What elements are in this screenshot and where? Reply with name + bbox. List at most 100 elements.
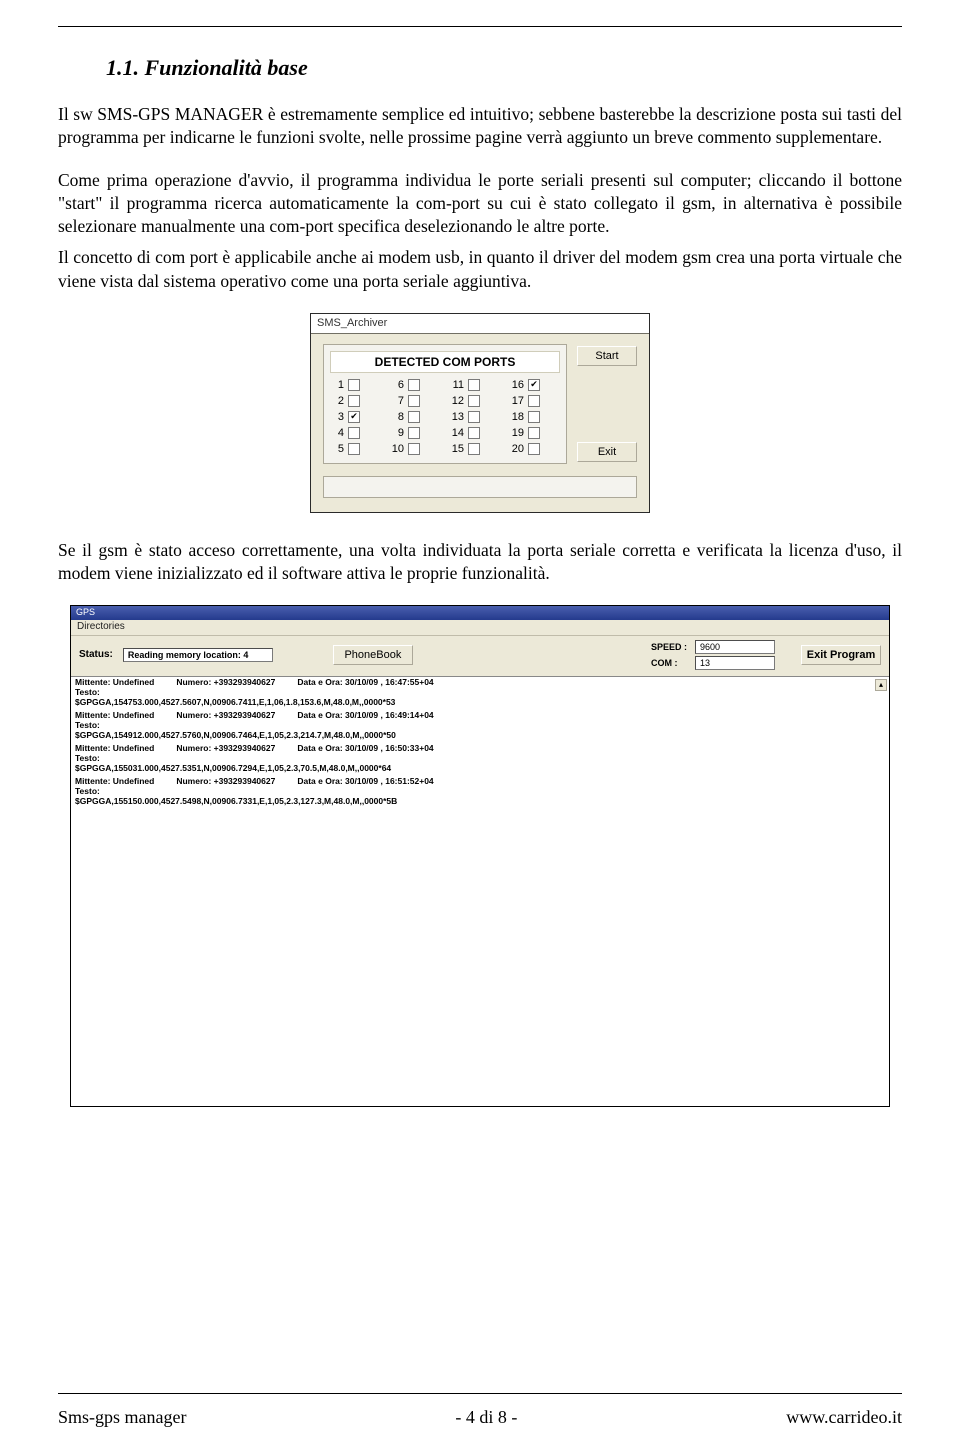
com-port-checkbox[interactable] — [348, 395, 360, 407]
start-button[interactable]: Start — [577, 346, 637, 366]
com-port-6[interactable]: 6 — [390, 379, 440, 391]
com-port-checkbox[interactable] — [468, 427, 480, 439]
com-port-label: 5 — [330, 443, 344, 455]
message-sender: Mittente: Undefined — [75, 743, 154, 753]
gps-menubar[interactable]: Directories — [71, 620, 889, 636]
com-port-13[interactable]: 13 — [450, 411, 500, 423]
com-port-4[interactable]: 4 — [330, 427, 380, 439]
com-port-checkbox[interactable] — [408, 427, 420, 439]
section-heading: 1.1. Funzionalità base — [106, 55, 902, 81]
paragraph-4: Se il gsm è stato acceso correttamente, … — [58, 539, 902, 585]
phonebook-button[interactable]: PhoneBook — [333, 645, 413, 665]
dialog-title: SMS_Archiver — [317, 317, 387, 329]
message-sender: Mittente: Undefined — [75, 677, 154, 687]
com-ports-grid: 1611162712173813184914195101520 — [330, 379, 560, 455]
document-page: 1.1. Funzionalità base Il sw SMS-GPS MAN… — [0, 0, 960, 1448]
com-port-label: 10 — [390, 443, 404, 455]
message-datetime: Data e Ora: 30/10/09 , 16:51:52+04 — [297, 776, 433, 786]
com-port-20[interactable]: 20 — [510, 443, 560, 455]
com-port-checkbox[interactable] — [528, 379, 540, 391]
com-port-1[interactable]: 1 — [330, 379, 380, 391]
com-port-12[interactable]: 12 — [450, 395, 500, 407]
com-port-checkbox[interactable] — [468, 379, 480, 391]
com-port-9[interactable]: 9 — [390, 427, 440, 439]
gps-title: GPS — [76, 607, 95, 617]
footer-right: www.carrideo.it — [786, 1407, 902, 1428]
status-value: Reading memory location: 4 — [123, 648, 273, 662]
com-port-checkbox[interactable] — [528, 427, 540, 439]
figure-gps-window: GPS Directories Status: Reading memory l… — [58, 605, 902, 1107]
com-port-checkbox[interactable] — [408, 411, 420, 423]
message-item[interactable]: Mittente: UndefinedNumero: +393293940627… — [71, 710, 889, 740]
message-sender: Mittente: Undefined — [75, 710, 154, 720]
message-sender: Mittente: Undefined — [75, 776, 154, 786]
com-port-checkbox[interactable] — [348, 443, 360, 455]
message-item[interactable]: Mittente: Undefined Numero: +393293940627… — [71, 776, 889, 806]
exit-button[interactable]: Exit — [577, 442, 637, 462]
footer-center: - 4 di 8 - — [455, 1407, 517, 1428]
com-port-11[interactable]: 11 — [450, 379, 500, 391]
message-gpgga: $GPGGA,154912.000,4527.5760,N,00906.7464… — [75, 730, 881, 740]
message-number: Numero: +393293940627 — [176, 776, 275, 786]
message-gpgga: $GPGGA,154753.000,4527.5607,N,00906.7411… — [75, 697, 881, 707]
speed-label: SPEED : — [651, 642, 687, 652]
com-port-2[interactable]: 2 — [330, 395, 380, 407]
menu-directories[interactable]: Directories — [77, 621, 125, 632]
com-port-label: 16 — [510, 379, 524, 391]
paragraph-2: Come prima operazione d'avvio, il progra… — [58, 169, 902, 238]
com-port-checkbox[interactable] — [468, 443, 480, 455]
status-label: Status: — [79, 649, 113, 660]
message-number: Numero: +393293940627 — [176, 743, 275, 753]
page-footer: Sms-gps manager - 4 di 8 - www.carrideo.… — [58, 1407, 902, 1428]
gps-titlebar: GPS — [71, 606, 889, 620]
com-port-label: 20 — [510, 443, 524, 455]
com-ports-panel-title: DETECTED COM PORTS — [330, 351, 560, 373]
com-label: COM : — [651, 658, 687, 668]
message-gpgga: $GPGGA,155150.000,4527.5498,N,00906.7331… — [75, 796, 881, 806]
com-port-label: 12 — [450, 395, 464, 407]
com-port-checkbox[interactable] — [348, 427, 360, 439]
com-port-checkbox[interactable] — [408, 443, 420, 455]
com-port-3[interactable]: 3 — [330, 411, 380, 423]
com-ports-panel: DETECTED COM PORTS 161116271217381318491… — [323, 344, 567, 464]
com-port-label: 14 — [450, 427, 464, 439]
com-port-checkbox[interactable] — [468, 411, 480, 423]
com-port-label: 17 — [510, 395, 524, 407]
gps-toolbar: Status: Reading memory location: 4 Phone… — [71, 636, 889, 676]
com-port-15[interactable]: 15 — [450, 443, 500, 455]
com-port-14[interactable]: 14 — [450, 427, 500, 439]
top-rule — [58, 26, 902, 27]
message-testo-label: Testo: — [75, 720, 881, 730]
speed-value: 9600 — [695, 640, 775, 654]
com-port-checkbox[interactable] — [528, 443, 540, 455]
message-item[interactable]: Mittente: UndefinedNumero: +393293940627… — [71, 677, 889, 707]
paragraph-3: Il concetto di com port è applicabile an… — [58, 246, 902, 292]
com-port-checkbox[interactable] — [348, 379, 360, 391]
section-title-text: Funzionalità base — [145, 55, 308, 80]
com-port-checkbox[interactable] — [528, 395, 540, 407]
exit-program-button[interactable]: Exit Program — [801, 645, 881, 665]
com-port-checkbox[interactable] — [468, 395, 480, 407]
com-port-10[interactable]: 10 — [390, 443, 440, 455]
com-port-17[interactable]: 17 — [510, 395, 560, 407]
message-list[interactable]: ▴ Mittente: Undefined Numero: +3932939406… — [71, 676, 889, 1106]
com-port-8[interactable]: 8 — [390, 411, 440, 423]
com-port-checkbox[interactable] — [408, 379, 420, 391]
message-item[interactable]: Mittente: Undefined Numero: +393293940627… — [71, 743, 889, 773]
com-port-label: 19 — [510, 427, 524, 439]
gps-window: GPS Directories Status: Reading memory l… — [70, 605, 890, 1107]
com-port-checkbox[interactable] — [348, 411, 360, 423]
com-port-label: 1 — [330, 379, 344, 391]
com-port-7[interactable]: 7 — [390, 395, 440, 407]
com-port-19[interactable]: 19 — [510, 427, 560, 439]
com-port-label: 7 — [390, 395, 404, 407]
com-port-checkbox[interactable] — [528, 411, 540, 423]
com-port-label: 15 — [450, 443, 464, 455]
com-port-5[interactable]: 5 — [330, 443, 380, 455]
com-port-18[interactable]: 18 — [510, 411, 560, 423]
scroll-up-icon[interactable]: ▴ — [875, 679, 887, 691]
com-port-label: 11 — [450, 379, 464, 391]
com-port-16[interactable]: 16 — [510, 379, 560, 391]
com-port-checkbox[interactable] — [408, 395, 420, 407]
message-datetime: Data e Ora: 30/10/09 , 16:47:55+04 — [297, 677, 433, 687]
